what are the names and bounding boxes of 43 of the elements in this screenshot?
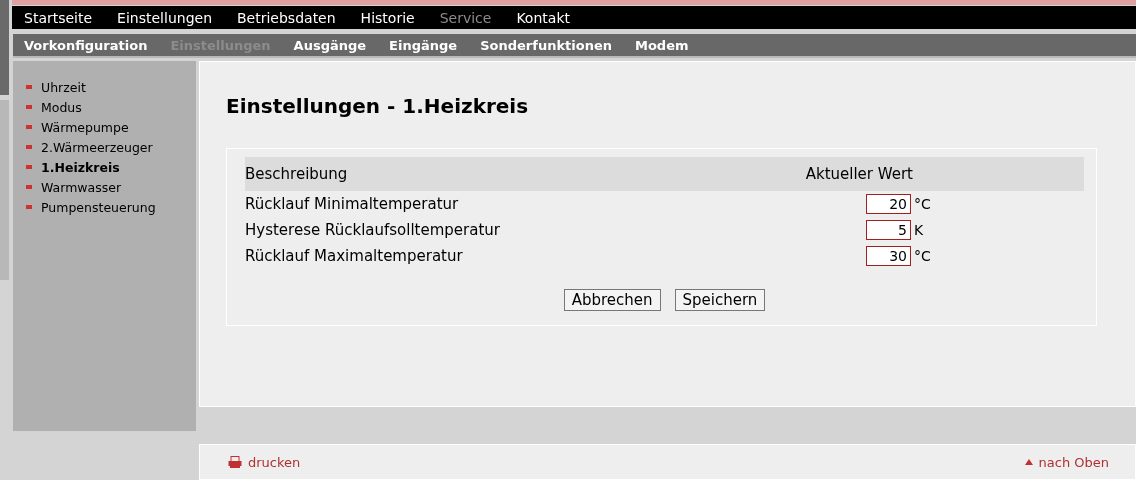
sidebar-item[interactable]: Wärmepumpe [41, 119, 129, 135]
sub-nav-item[interactable]: Modem [635, 37, 689, 53]
main-nav-item[interactable]: Startseite [24, 9, 93, 26]
unit-label: °C [914, 196, 931, 212]
sub-nav-item[interactable]: Ausgänge [293, 37, 367, 53]
main-nav-item[interactable]: Betriebsdaten [237, 9, 336, 26]
cancel-button[interactable]: Abbrechen [563, 289, 661, 311]
sidebar-item[interactable]: Pumpensteuerung [41, 199, 156, 215]
bullet-icon [26, 185, 32, 189]
sub-nav-item[interactable]: Vorkonfiguration [24, 37, 148, 53]
main-nav-item[interactable]: Service [439, 9, 492, 26]
sidebar-item[interactable]: 1.Heizkreis [41, 159, 120, 175]
sub-nav-item[interactable]: Sonderfunktionen [480, 37, 612, 53]
bullet-icon [26, 85, 32, 89]
print-link[interactable]: drucken [228, 454, 301, 470]
value-field[interactable]: 5 [866, 220, 911, 240]
bullet-icon [26, 205, 32, 209]
setting-label: Hysterese Rücklaufsolltemperatur [245, 221, 500, 239]
bullet-icon [26, 145, 32, 149]
unit-label: K [914, 222, 924, 238]
sub-nav-item[interactable]: Eingänge [389, 37, 458, 53]
bullet-icon [26, 125, 32, 129]
bullet-icon [26, 105, 32, 109]
sidebar-item[interactable]: Warmwasser [41, 179, 122, 195]
printer-icon [228, 456, 242, 468]
column-header: Beschreibung [245, 165, 348, 183]
top-link[interactable]: nach Oben [1024, 454, 1109, 470]
main-nav-item[interactable]: Kontakt [516, 9, 570, 26]
main-nav-item[interactable]: Historie [360, 9, 415, 26]
unit-label: °C [914, 248, 931, 264]
sidebar-item[interactable]: 2.Wärmeerzeuger [41, 139, 153, 155]
page-title: Einstellungen - 1.Heizkreis [226, 94, 530, 118]
column-header: Aktueller Wert [805, 165, 913, 183]
value-field[interactable]: 20 [866, 194, 911, 214]
main-nav-item[interactable]: Einstellungen [117, 9, 212, 26]
value-field[interactable]: 30 [866, 246, 911, 266]
bullet-icon [26, 165, 32, 169]
sidebar-item[interactable]: Uhrzeit [41, 79, 86, 95]
up-arrow-icon [1024, 459, 1033, 465]
setting-label: Rücklauf Maximaltemperatur [245, 247, 463, 265]
sidebar-item[interactable]: Modus [41, 99, 82, 115]
save-button[interactable]: Speichern [674, 289, 766, 311]
setting-label: Rücklauf Minimaltemperatur [245, 195, 459, 213]
